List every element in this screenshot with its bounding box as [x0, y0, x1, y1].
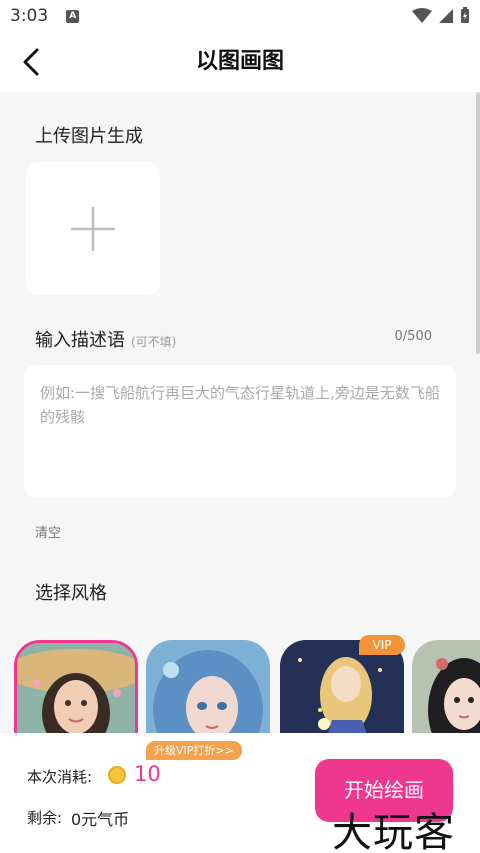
style-thumbnail-4 — [412, 640, 480, 738]
signal-icon — [439, 8, 453, 23]
description-hint: (可不填) — [131, 335, 177, 349]
description-placeholder: 例如:一搜飞船航行再巨大的气态行星轨道上,旁边是无数飞船的残骸 — [40, 384, 440, 426]
balance-value: 0元气币 — [71, 810, 130, 829]
style-thumbnail-2 — [146, 640, 270, 738]
clear-button[interactable]: 清空 — [35, 522, 61, 541]
style-card-4[interactable] — [412, 640, 480, 738]
cost-label: 本次消耗: — [27, 768, 93, 786]
status-time: 3:03 — [10, 6, 49, 26]
styles-carousel[interactable] — [0, 638, 480, 738]
battery-icon — [461, 7, 469, 23]
notification-icon: A — [66, 9, 80, 23]
description-input[interactable]: 例如:一搜飞船航行再巨大的气态行星轨道上,旁边是无数飞船的残骸 — [24, 365, 456, 498]
status-icons — [412, 7, 470, 24]
upload-image-button[interactable] — [26, 162, 160, 295]
coin-icon — [108, 766, 126, 784]
style-thumbnail-1 — [17, 643, 135, 738]
upgrade-vip-link[interactable]: 升级VIP打折>> — [146, 741, 242, 760]
watermark: 大玩客 — [332, 810, 455, 853]
page-title: 以图画图 — [195, 49, 284, 74]
style-card-1[interactable] — [14, 640, 138, 738]
styles-label: 选择风格 — [35, 583, 107, 604]
wifi-icon — [412, 7, 432, 23]
description-label: 输入描述语 — [35, 330, 125, 351]
scrollbar[interactable] — [476, 92, 480, 354]
style-card-2[interactable] — [146, 640, 270, 738]
top-navbar: 以图画图 — [0, 32, 480, 92]
plus-icon — [71, 206, 115, 251]
description-label-row: 输入描述语 (可不填) — [35, 326, 176, 352]
char-counter: 0/500 — [394, 329, 432, 344]
vip-badge: VIP — [359, 635, 405, 655]
chevron-left-icon — [23, 48, 39, 76]
balance-label: 剩余: — [27, 809, 63, 827]
cost-value: 10 — [134, 762, 161, 786]
upload-label: 上传图片生成 — [35, 126, 143, 147]
back-button[interactable] — [22, 44, 62, 80]
status-bar: 3:03 A — [0, 0, 480, 32]
